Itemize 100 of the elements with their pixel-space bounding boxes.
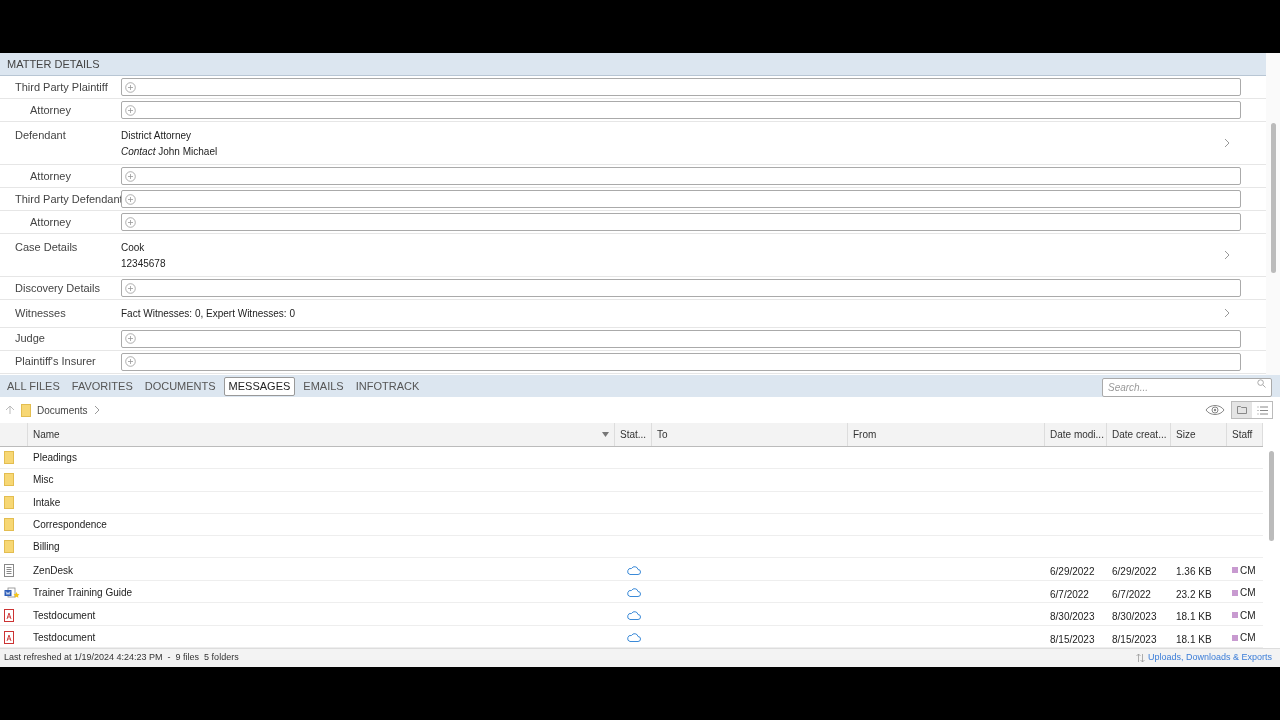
field-label: Third Party Defendant [15,191,121,207]
field-value: Contact John Michael [121,145,219,159]
table-cell-text: ZenDesk [32,563,74,578]
add-field[interactable] [121,190,1241,208]
table-cell: 1.36 KB [1176,566,1212,578]
file-row[interactable]: Trainer Training Guide 6/7/2022 6/7/2022 23.2 KB CM [0,580,1263,604]
table-cell-text: CM [1240,586,1256,601]
folder-icon [4,451,14,465]
document-icon [4,563,14,577]
field-label: Attorney [29,168,72,184]
folder-icon [4,540,14,554]
add-icon [125,356,136,367]
column-header[interactable]: Size [1171,423,1227,446]
folder-view-button[interactable] [1232,402,1252,418]
uploads-link[interactable]: Uploads, Downloads & Exports [1147,651,1272,665]
field-value: Fact Witnesses: 0, Expert Witnesses: 0 [121,307,296,321]
table-cell-text: Pleadings [32,451,78,466]
transfer-arrows-icon [1135,653,1145,663]
tab[interactable]: INFOTRACK [351,376,424,396]
word-document-star-icon [4,586,20,599]
column-header[interactable]: Date creat... [1107,423,1171,446]
field-label: Witnesses [15,306,67,321]
field-label: Case Details [15,240,79,255]
field-label: Attorney [29,214,72,230]
table-cell-text: Intake [32,495,62,510]
file-row[interactable]: Intake [0,491,1263,514]
table-cell: 6/29/2022 [1112,566,1157,578]
table-cell-text: Testdocument [32,631,97,646]
field-value: 12345678 [121,257,167,271]
table-cell: 6/29/2022 [1050,566,1095,578]
add-field[interactable] [121,213,1241,231]
field-label: Defendant [15,128,67,143]
table-cell: 18.1 KB [1176,633,1212,645]
table-cell-text: CM [1240,563,1256,578]
file-row[interactable]: Pleadings [0,447,1263,470]
add-field[interactable] [121,279,1241,297]
sort-caret-icon[interactable] [602,432,609,437]
file-row[interactable]: Misc [0,469,1263,492]
up-arrow-icon[interactable] [5,405,15,415]
field-value: District Attorney [121,129,193,143]
table-cell: 8/30/2023 [1050,611,1095,623]
folder-icon [4,518,14,531]
table-cell-text: Testdocument [32,608,97,623]
table-cell: 8/30/2023 [1112,611,1157,623]
field-value: Cook [121,241,146,255]
table-cell-text: Billing [32,540,61,555]
column-header[interactable]: From [848,423,1045,446]
table-cell: 6/7/2022 [1112,588,1151,600]
field-label: Attorney [29,102,72,118]
column-header[interactable]: Stat... [615,423,652,446]
chevron-right-icon[interactable] [1224,138,1231,148]
chevron-right-icon[interactable] [1224,308,1231,319]
add-field[interactable] [121,101,1241,119]
list-icon [1256,405,1268,415]
table-cell-text: Correspondence [32,518,108,532]
section-header: MATTER DETAILS [0,53,1266,76]
table-cell: 8/15/2023 [1112,633,1157,645]
tab[interactable]: FAVORITES [67,376,137,396]
search-field[interactable]: Search... [1102,378,1272,397]
file-row[interactable]: Testdocument 8/30/2023 8/30/2023 18.1 KB CM [0,603,1263,626]
table-cell-text: CM [1240,631,1256,646]
chevron-right-icon[interactable] [1224,250,1231,260]
column-header[interactable]: Staff [1227,423,1263,446]
add-icon [125,282,136,294]
search-icon[interactable] [1257,379,1266,388]
tab[interactable]: DOCUMENTS [140,376,220,396]
add-field[interactable] [121,167,1241,185]
tab[interactable]: MESSAGES [223,376,296,396]
add-icon [125,104,136,116]
field-label: Judge [15,331,46,347]
file-row[interactable]: Billing [0,536,1263,559]
pdf-icon [4,608,14,622]
column-header[interactable]: Name [28,423,615,446]
add-field[interactable] [121,78,1241,96]
table-cell-text: Trainer Training Guide [32,586,134,601]
column-header[interactable]: To [652,423,848,446]
add-field[interactable] [121,329,1241,348]
folder-icon [1237,406,1247,414]
folder-icon [21,403,31,417]
chevron-right-icon[interactable] [93,405,101,415]
folder-icon [4,495,14,509]
tab[interactable]: EMAILS [299,376,348,396]
add-icon [125,333,136,344]
add-field[interactable] [121,352,1241,371]
tab[interactable]: ALL FILES [3,376,64,396]
table-cell: 8/15/2023 [1050,633,1095,645]
file-row[interactable]: ZenDesk 6/29/2022 6/29/2022 1.36 KB CM [0,558,1263,581]
add-icon [125,170,136,182]
eye-icon[interactable] [1205,404,1225,416]
add-icon [125,193,136,205]
file-row[interactable]: Correspondence [0,513,1263,537]
field-label: Third Party Plaintiff [15,79,109,95]
scrollbar[interactable] [1266,53,1280,375]
breadcrumb-item[interactable]: Documents [37,402,88,418]
field-label: Discovery Details [15,280,101,296]
field-label: Plaintiff's Insurer [15,354,97,370]
pdf-icon [4,631,14,645]
table-cell-text: CM [1240,608,1256,623]
column-header[interactable]: Date modi... [1045,423,1107,446]
file-row[interactable]: Testdocument 8/15/2023 8/15/2023 18.1 KB CM [0,625,1263,648]
